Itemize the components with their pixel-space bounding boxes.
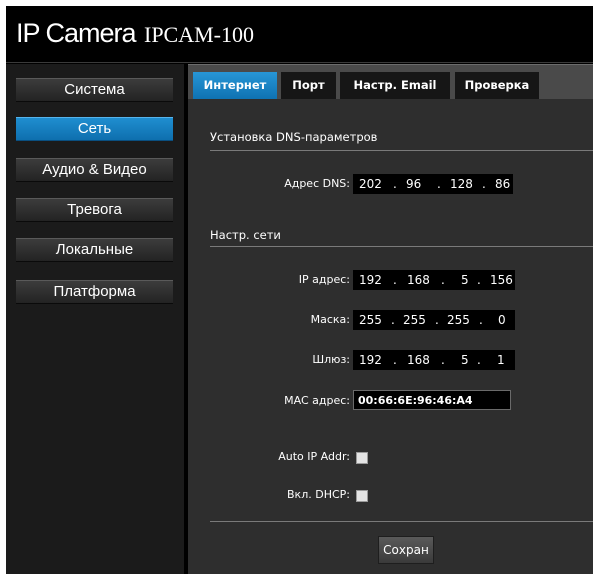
gateway-input[interactable]: 192 . 168 . 5 . 1: [353, 350, 515, 370]
tab-bar: Интернет Порт Настр. Email Проверка: [188, 64, 593, 99]
app-window: IP Camera IPCAM-100 Система Сеть Аудио &…: [6, 6, 593, 574]
model-name: IPCAM-100: [144, 22, 255, 47]
brand-title: IP Camera: [16, 18, 137, 48]
header: IP Camera IPCAM-100: [6, 6, 593, 62]
mask-octet-3: 255: [447, 313, 470, 327]
footer-divider: [210, 521, 593, 522]
dns-section-divider: [210, 150, 593, 151]
dhcp-checkbox[interactable]: [356, 490, 368, 502]
network-section-divider: [210, 246, 593, 247]
mask-label: Маска:: [310, 313, 350, 326]
ip-octet-2: 168: [407, 273, 430, 287]
subnet-mask-input[interactable]: 255 . 255 . 255 . 0: [353, 310, 515, 330]
mask-octet-2: 255: [403, 313, 426, 327]
ip-octet-3: 5: [461, 273, 469, 287]
header-divider: [6, 62, 593, 63]
mac-label: MAC адрес:: [284, 394, 350, 407]
dns-octet-3: 128: [450, 177, 473, 191]
gateway-octet-2: 168: [407, 353, 430, 367]
sidebar-divider: [184, 64, 187, 574]
tab-test[interactable]: Проверка: [455, 72, 539, 99]
sidebar-item-local[interactable]: Локальные: [16, 238, 173, 262]
mac-address-field: 00:66:6E:96:46:A4: [353, 390, 511, 410]
dns-section-title: Установка DNS-параметров: [210, 130, 378, 144]
sidebar: Система Сеть Аудио & Видео Тревога Локал…: [6, 64, 184, 574]
dns-label: Адрес DNS:: [284, 177, 350, 190]
sidebar-item-audio-video[interactable]: Аудио & Видео: [16, 158, 173, 182]
dns-octet-1: 202: [359, 177, 382, 191]
mask-octet-1: 255: [359, 313, 382, 327]
mask-octet-4: 0: [498, 313, 506, 327]
gateway-label: Шлюз:: [312, 353, 350, 366]
dns-octet-4: 86: [495, 177, 511, 191]
sidebar-item-alarm[interactable]: Тревога: [16, 198, 173, 222]
sidebar-item-network[interactable]: Сеть: [16, 117, 173, 141]
ip-octet-1: 192: [359, 273, 382, 287]
sidebar-item-platform[interactable]: Платформа: [16, 280, 173, 304]
dns-input[interactable]: 202 . 96 . 128 . 86: [353, 174, 513, 194]
gateway-octet-4: 1: [497, 353, 505, 367]
sidebar-item-system[interactable]: Система: [16, 78, 173, 102]
auto-ip-label: Auto IP Addr:: [278, 450, 350, 463]
save-button[interactable]: Сохран: [378, 536, 434, 564]
settings-panel: Интернет Порт Настр. Email Проверка Уста…: [188, 64, 593, 574]
tab-email-settings[interactable]: Настр. Email: [340, 72, 450, 99]
network-section-title: Настр. сети: [210, 228, 281, 242]
ip-octet-4: 156: [490, 273, 513, 287]
ip-label: IP адрес:: [298, 273, 350, 286]
gateway-octet-3: 5: [461, 353, 469, 367]
auto-ip-checkbox[interactable]: [356, 452, 368, 464]
tab-internet[interactable]: Интернет: [193, 72, 277, 99]
tab-port[interactable]: Порт: [281, 72, 336, 99]
dns-octet-2: 96: [406, 177, 422, 191]
ip-address-input[interactable]: 192 . 168 . 5 . 156: [353, 270, 515, 290]
dhcp-label: Вкл. DHCP:: [287, 488, 350, 501]
gateway-octet-1: 192: [359, 353, 382, 367]
